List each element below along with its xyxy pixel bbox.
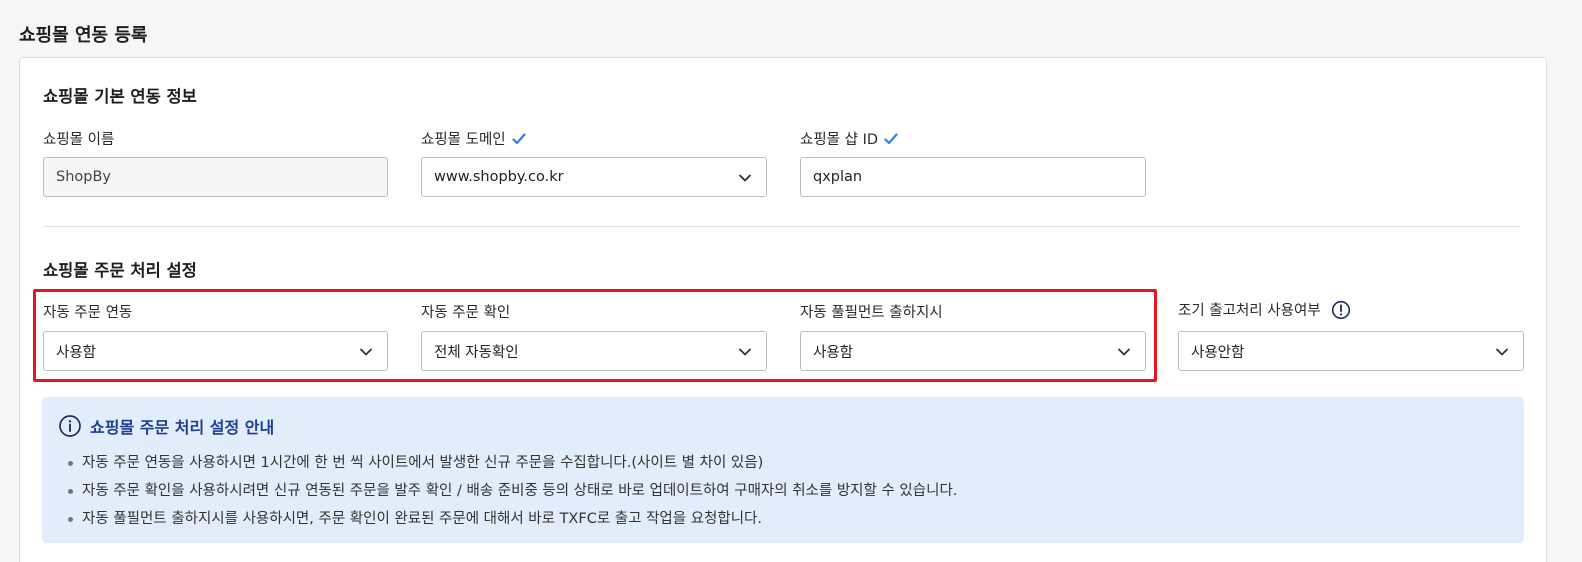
list-item: 자동 주문 확인을 사용하시려면 신규 연동된 주문을 발주 확인 / 배송 준… bbox=[68, 477, 957, 505]
shop-domain-label: 쇼핑몰 도메인 bbox=[421, 128, 526, 149]
page-title: 쇼핑몰 연동 등록 bbox=[19, 25, 148, 46]
check-icon bbox=[884, 132, 898, 146]
shop-id-label: 쇼핑몰 샵 ID bbox=[800, 128, 898, 149]
order-settings-notice: 쇼핑몰 주문 처리 설정 안내 자동 주문 연동을 사용하시면 1시간에 한 번… bbox=[42, 397, 1524, 543]
shop-name-label: 쇼핑몰 이름 bbox=[43, 132, 115, 148]
info-icon bbox=[58, 414, 82, 438]
chevron-down-icon bbox=[738, 171, 752, 185]
early-shipping-select[interactable]: 사용안함 bbox=[1178, 331, 1524, 371]
basic-info-title: 쇼핑몰 기본 연동 정보 bbox=[43, 87, 197, 106]
section-divider bbox=[43, 226, 1521, 227]
early-shipping-label: 조기 출고처리 사용여부 bbox=[1178, 299, 1351, 320]
list-item: 자동 주문 연동을 사용하시면 1시간에 한 번 씩 사이트에서 발생한 신규 … bbox=[68, 449, 957, 477]
shop-name-input[interactable]: ShopBy bbox=[43, 157, 388, 197]
notice-list: 자동 주문 연동을 사용하시면 1시간에 한 번 씩 사이트에서 발생한 신규 … bbox=[68, 449, 957, 533]
order-settings-title: 쇼핑몰 주문 처리 설정 bbox=[43, 261, 197, 280]
exclamation-circle-icon[interactable] bbox=[1331, 300, 1351, 320]
chevron-down-icon bbox=[1495, 345, 1509, 359]
shop-id-input[interactable]: qxplan bbox=[800, 157, 1146, 197]
list-item: 자동 풀필먼트 출하지시를 사용하시면, 주문 확인이 완료된 주문에 대해서 … bbox=[68, 505, 957, 533]
highlight-box bbox=[33, 289, 1157, 382]
shop-domain-select[interactable]: www.shopby.co.kr bbox=[421, 157, 767, 197]
notice-title: 쇼핑몰 주문 처리 설정 안내 bbox=[58, 414, 274, 438]
check-icon bbox=[512, 132, 526, 146]
